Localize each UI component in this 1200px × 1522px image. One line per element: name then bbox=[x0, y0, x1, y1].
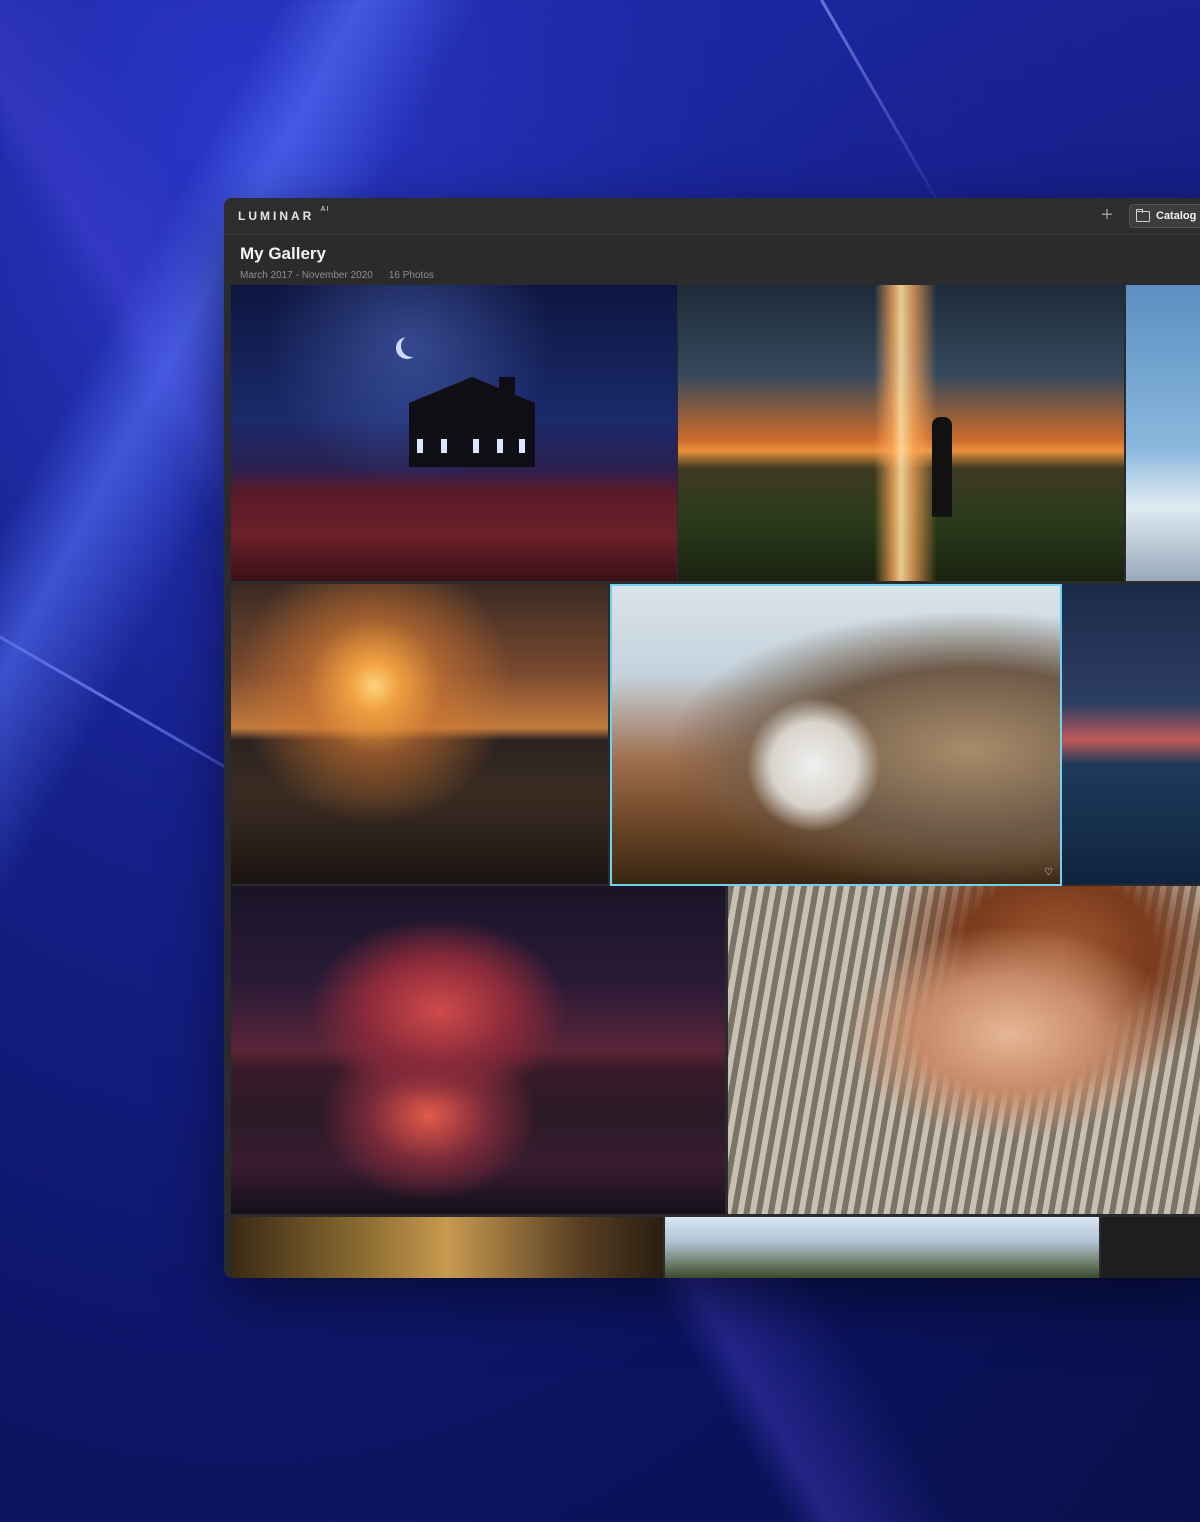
catalog-label: Catalog bbox=[1156, 210, 1197, 222]
gallery-photo-count: 16 Photos bbox=[388, 270, 434, 281]
gallery-header: My Gallery March 2017 - November 2020 16… bbox=[240, 244, 434, 281]
heart-icon[interactable]: ♡ bbox=[1044, 868, 1054, 878]
photo-pier-sunset[interactable] bbox=[231, 584, 608, 884]
gallery-date-range: March 2017 - November 2020 bbox=[240, 270, 373, 281]
title-bar: LUMINAR AI + Catalog bbox=[224, 198, 1200, 235]
logo-suffix: AI bbox=[320, 206, 330, 213]
add-button[interactable]: + bbox=[1096, 204, 1118, 226]
moon-shape bbox=[401, 335, 423, 357]
catalog-button[interactable]: Catalog bbox=[1129, 204, 1200, 228]
steeple-shape bbox=[499, 377, 515, 417]
photo-church-night[interactable] bbox=[231, 285, 677, 581]
photo-mountain-tree[interactable] bbox=[1126, 285, 1200, 581]
logo-text: LUMINAR bbox=[238, 209, 315, 223]
church-window bbox=[519, 439, 525, 453]
church-window bbox=[417, 439, 423, 453]
photo-dark-partial[interactable] bbox=[1101, 1217, 1200, 1278]
church-shape bbox=[409, 377, 535, 467]
gallery-meta: March 2017 - November 2020 16 Photos bbox=[240, 270, 434, 281]
photo-dog-portrait[interactable]: ♡ bbox=[610, 584, 1062, 886]
background-streak bbox=[820, 0, 953, 226]
church-window bbox=[473, 439, 479, 453]
photo-red-mountain-reflection[interactable] bbox=[231, 886, 725, 1214]
plus-icon: + bbox=[1101, 204, 1113, 226]
church-window bbox=[497, 439, 503, 453]
person-silhouette bbox=[932, 417, 952, 517]
photo-bar-interior[interactable] bbox=[231, 1217, 663, 1278]
app-window: LUMINAR AI + Catalog My Gallery March 20… bbox=[224, 198, 1200, 1278]
gallery-title: My Gallery bbox=[240, 244, 326, 263]
photo-man-portrait[interactable] bbox=[728, 886, 1200, 1214]
church-window bbox=[441, 439, 447, 453]
photo-alps-landscape[interactable] bbox=[665, 1217, 1099, 1278]
folder-icon bbox=[1136, 208, 1150, 222]
photo-waterfall-sunset[interactable] bbox=[678, 285, 1124, 581]
luminar-logo: LUMINAR AI bbox=[238, 206, 330, 223]
photo-ocean-dusk[interactable] bbox=[1062, 584, 1200, 884]
